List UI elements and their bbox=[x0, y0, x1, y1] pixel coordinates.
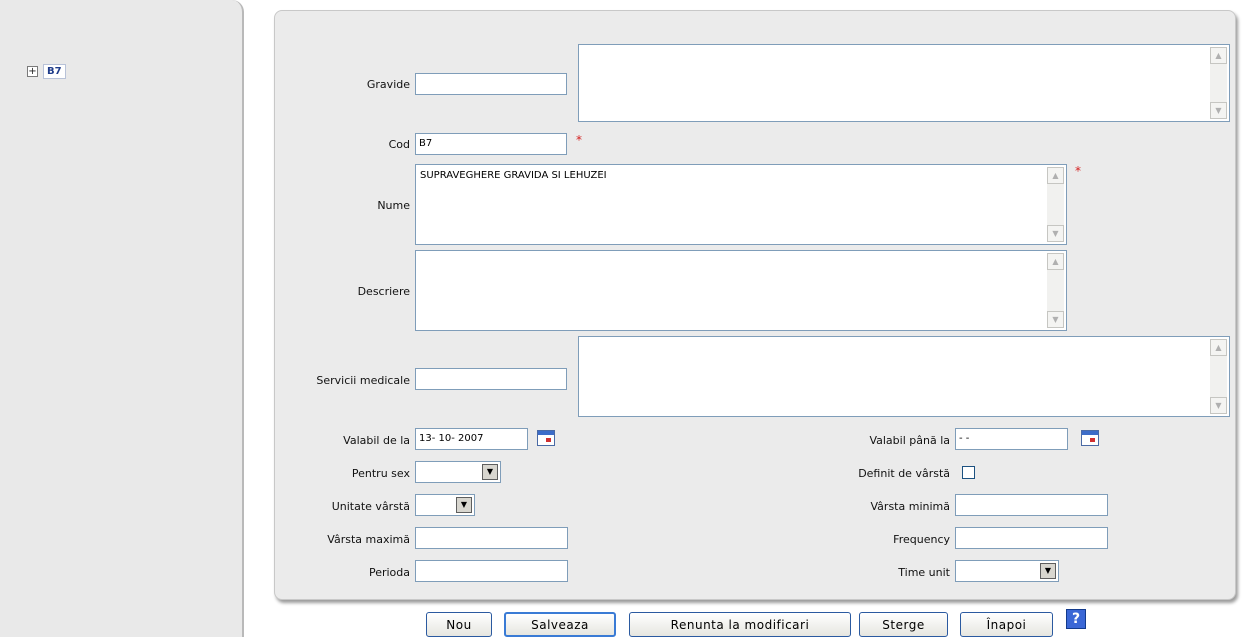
valabil-de-la-input[interactable]: 13- 10- 2007 bbox=[415, 428, 528, 450]
inapoi-button[interactable]: Înapoi bbox=[960, 612, 1053, 637]
cod-input[interactable]: B7 bbox=[415, 133, 567, 155]
calendar-icon[interactable] bbox=[1081, 430, 1099, 446]
time-unit-select[interactable]: ▼ bbox=[955, 560, 1059, 582]
tree-node-label[interactable]: B7 bbox=[43, 64, 66, 79]
scroll-down-arrow-icon[interactable]: ▼ bbox=[1047, 311, 1064, 328]
valabil-pana-la-input[interactable]: - - bbox=[955, 428, 1068, 450]
scroll-up-arrow-icon[interactable]: ▲ bbox=[1210, 339, 1227, 356]
servicii-list-scrollbar[interactable]: ▲ ▼ bbox=[1210, 339, 1227, 414]
nume-textarea[interactable]: SUPRAVEGHERE GRAVIDA SI LEHUZEI ▲ ▼ bbox=[415, 164, 1067, 245]
scroll-down-arrow-icon[interactable]: ▼ bbox=[1210, 397, 1227, 414]
descriere-scrollbar[interactable]: ▲ ▼ bbox=[1047, 253, 1064, 328]
varsta-maxima-label: Vârsta maximă bbox=[327, 533, 410, 546]
nume-label: Nume bbox=[377, 199, 410, 212]
tree-panel: + B7 bbox=[0, 0, 244, 637]
pentru-sex-label: Pentru sex bbox=[351, 467, 410, 480]
varsta-maxima-input[interactable] bbox=[415, 527, 568, 549]
servicii-label: Servicii medicale bbox=[316, 374, 410, 387]
gravide-label: Gravide bbox=[366, 78, 410, 91]
nume-required-mark: * bbox=[1075, 164, 1081, 178]
help-icon[interactable]: ? bbox=[1066, 609, 1086, 629]
servicii-list[interactable]: ▲ ▼ bbox=[578, 336, 1230, 417]
descriere-textarea[interactable]: ▲ ▼ bbox=[415, 250, 1067, 331]
nume-text: SUPRAVEGHERE GRAVIDA SI LEHUZEI bbox=[420, 170, 607, 181]
perioada-input[interactable] bbox=[415, 560, 568, 582]
scroll-up-arrow-icon[interactable]: ▲ bbox=[1210, 47, 1227, 64]
form-panel: Gravide ▲ ▼ Cod B7 * Nume SUPRAVEGHERE G… bbox=[274, 10, 1236, 600]
chevron-down-icon[interactable]: ▼ bbox=[1040, 563, 1056, 579]
scroll-down-arrow-icon[interactable]: ▼ bbox=[1047, 225, 1064, 242]
nou-button[interactable]: Nou bbox=[426, 612, 492, 637]
varsta-minima-label: Vârsta minimă bbox=[870, 500, 950, 513]
calendar-icon[interactable] bbox=[537, 430, 555, 446]
perioada-label: Perioda bbox=[368, 566, 410, 579]
frequency-input[interactable] bbox=[955, 527, 1108, 549]
unitate-varsta-select[interactable]: ▼ bbox=[415, 494, 475, 516]
cod-label: Cod bbox=[388, 138, 410, 151]
scroll-down-arrow-icon[interactable]: ▼ bbox=[1210, 102, 1227, 119]
time-unit-label: Time unit bbox=[898, 566, 950, 579]
definit-de-varsta-checkbox[interactable] bbox=[962, 466, 975, 479]
servicii-input[interactable] bbox=[415, 368, 567, 390]
frequency-label: Frequency bbox=[893, 533, 950, 546]
renunta-button[interactable]: Renunta la modificari bbox=[629, 612, 851, 637]
salveaza-button[interactable]: Salveaza bbox=[504, 612, 616, 637]
scroll-up-arrow-icon[interactable]: ▲ bbox=[1047, 253, 1064, 270]
chevron-down-icon[interactable]: ▼ bbox=[482, 464, 498, 480]
unitate-varsta-label: Unitate vârstă bbox=[331, 500, 410, 513]
gravide-list[interactable]: ▲ ▼ bbox=[578, 44, 1230, 122]
cod-required-mark: * bbox=[576, 133, 582, 147]
gravide-input[interactable] bbox=[415, 73, 567, 95]
expand-icon[interactable]: + bbox=[27, 66, 38, 77]
pentru-sex-select[interactable]: ▼ bbox=[415, 461, 501, 483]
tree-node-b7[interactable]: + B7 bbox=[27, 64, 66, 79]
nume-scrollbar[interactable]: ▲ ▼ bbox=[1047, 167, 1064, 242]
valabil-pana-la-label: Valabil până la bbox=[869, 434, 950, 447]
scroll-up-arrow-icon[interactable]: ▲ bbox=[1047, 167, 1064, 184]
definit-de-varsta-label: Definit de vârstă bbox=[858, 467, 950, 480]
sterge-button[interactable]: Sterge bbox=[859, 612, 948, 637]
descriere-label: Descriere bbox=[357, 285, 410, 298]
chevron-down-icon[interactable]: ▼ bbox=[456, 497, 472, 513]
valabil-de-la-label: Valabil de la bbox=[343, 434, 410, 447]
varsta-minima-input[interactable] bbox=[955, 494, 1108, 516]
gravide-list-scrollbar[interactable]: ▲ ▼ bbox=[1210, 47, 1227, 119]
